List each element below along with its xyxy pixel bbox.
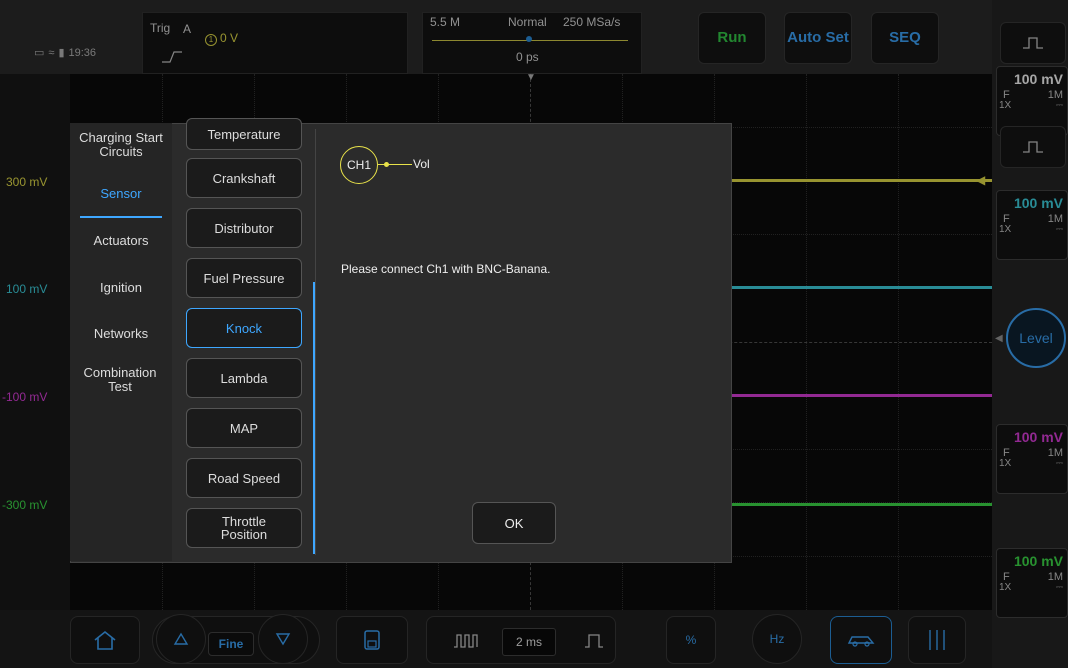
connection-label: Vol (413, 157, 430, 171)
sensor-item-lambda[interactable]: Lambda (186, 358, 302, 398)
sensor-item-temperature[interactable]: Temperature (186, 118, 302, 150)
connection-channel: CH1 (340, 146, 378, 184)
sensor-item-road-speed[interactable]: Road Speed (186, 458, 302, 498)
list-divider (315, 129, 316, 555)
sensor-item-throttle-position[interactable]: Throttle Position (186, 508, 302, 548)
category-active-indicator (80, 216, 162, 218)
connection-instruction: Please connect Ch1 with BNC-Banana. (341, 262, 551, 276)
ok-button[interactable]: OK (472, 502, 556, 544)
connection-point (384, 162, 389, 167)
sensor-item-crankshaft[interactable]: Crankshaft (186, 158, 302, 198)
category-charging-start-circuits[interactable]: Charging Start Circuits (70, 131, 172, 159)
category-ignition[interactable]: Ignition (70, 281, 172, 295)
category-sensor[interactable]: Sensor (70, 187, 172, 201)
sensor-item-fuel-pressure[interactable]: Fuel Pressure (186, 258, 302, 298)
sensor-item-knock[interactable]: Knock (186, 308, 302, 348)
sensor-list-scrollbar[interactable] (313, 282, 315, 554)
sensor-item-distributor[interactable]: Distributor (186, 208, 302, 248)
category-networks[interactable]: Networks (70, 327, 172, 341)
category-combination-test[interactable]: Combination Test (70, 366, 170, 394)
sensor-item-map[interactable]: MAP (186, 408, 302, 448)
category-actuators[interactable]: Actuators (70, 234, 172, 248)
